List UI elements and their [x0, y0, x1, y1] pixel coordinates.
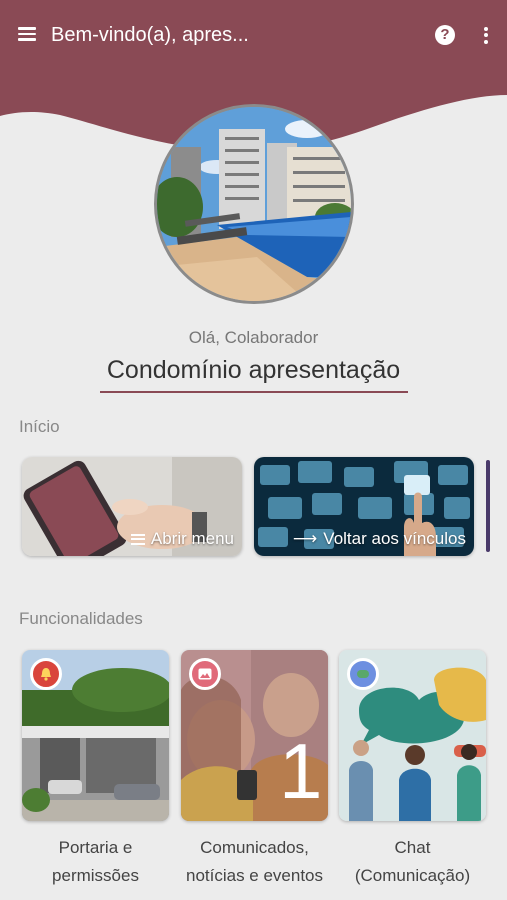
shortcut-abrir-menu[interactable]: Abrir menu: [22, 457, 242, 556]
hamburger-icon: [130, 531, 145, 547]
feature-chat[interactable]: [339, 650, 486, 821]
chat-icon: [347, 658, 379, 690]
condominium-name[interactable]: Condomínio apresentação: [0, 356, 507, 385]
greeting-text: Olá, Colaborador: [188, 328, 319, 347]
feature-label-chat: Chat (Comunicação): [354, 838, 471, 885]
feature-label-comunicados: Comunicados, notícias e eventos: [185, 838, 324, 885]
shortcut-label: Voltar aos vínculos: [323, 529, 466, 548]
image-icon: [189, 658, 221, 690]
feature-comunicados[interactable]: 1: [181, 650, 328, 821]
condominium-underline: [100, 391, 408, 393]
shortcut-label: Abrir menu: [150, 529, 234, 548]
more-vertical-icon[interactable]: [480, 24, 492, 46]
header-title: Bem-vindo(a), apres...: [51, 24, 249, 46]
arrow-right-icon: ⟶: [292, 529, 318, 548]
condominium-photo[interactable]: [154, 104, 354, 304]
overlay-number: 1: [279, 727, 323, 815]
next-card-edge[interactable]: [486, 460, 490, 552]
feature-label-portaria: Portaria e permissões: [52, 838, 139, 885]
help-circle-icon[interactable]: ?: [435, 25, 455, 45]
section-funcionalidades-title: Funcionalidades: [19, 609, 143, 628]
section-inicio-title: Início: [19, 417, 60, 436]
bell-icon: [30, 658, 62, 690]
shortcut-voltar-vinculos[interactable]: ⟶ Voltar aos vínculos: [254, 457, 474, 556]
feature-portaria[interactable]: [22, 650, 169, 821]
hamburger-menu-icon[interactable]: [18, 24, 40, 46]
